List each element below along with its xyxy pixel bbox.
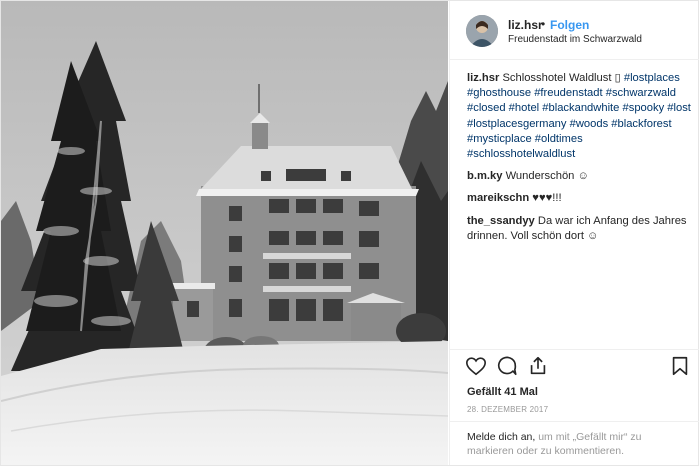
likes-count[interactable]: Gefällt 41 Mal <box>467 386 538 398</box>
header-username[interactable]: liz.hsr <box>508 18 543 32</box>
comment-text: Wunderschön ☺ <box>505 170 589 183</box>
hashtag[interactable]: #spooky <box>623 102 665 114</box>
comments-section: liz.hsr Schlosshotel Waldlust ▯ #lostpla… <box>467 71 692 251</box>
post-date: 28. DEZEMBER 2017 <box>467 405 549 414</box>
comment: the_ssandyy Da war ich Anfang des Jahres… <box>467 214 692 244</box>
caption-username[interactable]: liz.hsr <box>467 72 499 84</box>
location-link[interactable]: Freudenstadt im Schwarzwald <box>508 34 642 45</box>
hashtag[interactable]: #oldtimes <box>535 133 583 145</box>
hashtag[interactable]: #lost <box>667 102 691 114</box>
hashtag[interactable]: #blackandwhite <box>542 102 619 114</box>
hashtag[interactable]: #mysticplace <box>467 133 532 145</box>
hashtag[interactable]: #woods <box>570 118 609 130</box>
bookmark-icon[interactable] <box>669 355 691 377</box>
comment: mareikschn ♥♥♥!!! <box>467 191 692 206</box>
caption: liz.hsr Schlosshotel Waldlust ▯ #lostpla… <box>467 71 692 162</box>
comment-icon[interactable] <box>496 355 518 377</box>
post-header: liz.hsr • Folgen Freudenstadt im Schwarz… <box>450 1 699 60</box>
hashtag[interactable]: #hotel <box>509 102 539 114</box>
comment-username[interactable]: the_ssandyy <box>467 215 535 227</box>
hashtag[interactable]: #lostplaces <box>624 72 680 84</box>
comment-username[interactable]: b.m.ky <box>467 170 502 182</box>
hashtag[interactable]: #blackforest <box>611 118 671 130</box>
hashtag[interactable]: #closed <box>467 102 506 114</box>
post-photo[interactable] <box>1 1 448 465</box>
hashtag[interactable]: #schwarzwald <box>606 87 676 99</box>
comment-text: ♥♥♥!!! <box>532 192 562 205</box>
comment: b.m.ky Wunderschön ☺ <box>467 169 692 184</box>
comment-username[interactable]: mareikschn <box>467 192 529 204</box>
instagram-post: liz.hsr • Folgen Freudenstadt im Schwarz… <box>0 0 699 466</box>
follow-button[interactable]: Folgen <box>550 18 589 32</box>
snowy-hotel-image <box>1 1 448 465</box>
login-prompt-text: Melde dich an, um mit „Gefällt mir“ zu m… <box>467 431 687 458</box>
hashtag[interactable]: #lostplacesgermany <box>467 118 567 130</box>
hashtag[interactable]: #freudenstadt <box>534 87 602 99</box>
post-side-panel: liz.hsr • Folgen Freudenstadt im Schwarz… <box>449 1 699 465</box>
share-icon[interactable] <box>527 355 549 377</box>
action-bar <box>450 349 699 380</box>
header-separator: • <box>541 17 546 31</box>
hashtag[interactable]: #ghosthouse <box>467 87 531 99</box>
login-link[interactable]: Melde dich an, <box>467 431 535 443</box>
caption-text: Schlosshotel Waldlust ▯ <box>502 72 621 84</box>
login-prompt: Melde dich an, um mit „Gefällt mir“ zu m… <box>450 421 699 466</box>
heart-icon[interactable] <box>465 355 487 377</box>
avatar[interactable] <box>466 15 498 47</box>
avatar-image <box>466 15 498 47</box>
hashtag[interactable]: #schlosshotelwaldlust <box>467 148 575 160</box>
